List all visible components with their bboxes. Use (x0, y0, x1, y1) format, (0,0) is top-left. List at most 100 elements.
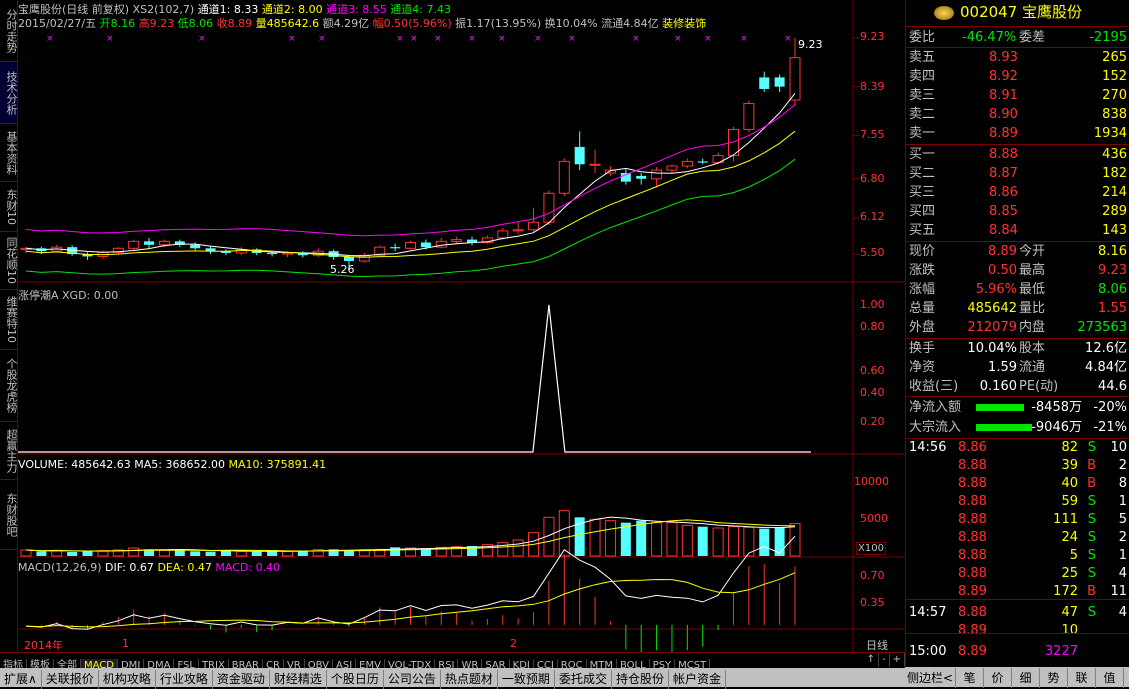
right-tab[interactable]: 势 (1040, 668, 1068, 688)
cell: 涨跌 (909, 263, 936, 278)
candle-body (405, 242, 416, 249)
cell: 8.88 (958, 458, 987, 473)
nav-chaoying[interactable]: 超赢主力 (0, 422, 18, 480)
volume-bar (51, 549, 63, 557)
tick-row: 8.88 24 S 2 (906, 528, 1129, 547)
cell: 8.88 (958, 512, 987, 527)
candle-body (759, 77, 770, 89)
cell: 涨幅 (909, 282, 936, 297)
cell: 8.06 (1098, 282, 1127, 297)
signal-mark: × (468, 34, 476, 44)
toolbar-item[interactable]: 一致预期 (498, 670, 555, 689)
cell: 5 (1069, 548, 1078, 563)
toolbar-item[interactable]: 关联报价 (42, 670, 99, 689)
nav-guba[interactable]: 东财股吧 (0, 480, 18, 550)
volume-bar (666, 522, 678, 557)
toolbar-item[interactable]: 机构攻略 (99, 670, 156, 689)
cell: 0.160 (979, 379, 1017, 394)
candle-body (451, 239, 463, 242)
right-tab[interactable]: 笔 (956, 668, 984, 688)
signal-mark: × (396, 34, 404, 44)
cell: 47 (1061, 605, 1078, 620)
cell: 14:56 (909, 440, 947, 455)
candle-body (681, 160, 693, 167)
nav-weisaite[interactable]: 维赛特10 (0, 290, 18, 350)
toolbar-item[interactable]: 帐户资金 (669, 670, 726, 689)
tick-row: 8.88 59 S 1 (906, 492, 1129, 511)
cell: 5 (1118, 512, 1127, 527)
nav-jiben[interactable]: 基本资料 (0, 124, 18, 182)
chart-area[interactable]: × × × × × × × × × × × × × × × × × 宝鹰股份(日线 前复权) XS2(102,7… (18, 0, 905, 652)
right-tab[interactable]: 值 (1096, 668, 1124, 688)
price-tick-2: 7.55 (860, 128, 885, 141)
buy-price: 8.86 (989, 185, 1018, 200)
buy-vol: 182 (1102, 166, 1127, 181)
right-tab[interactable]: 联 (1068, 668, 1096, 688)
cell: 8.89 (958, 644, 987, 659)
bar-float: 流通4.84亿 (601, 17, 659, 30)
right-tab[interactable]: 侧边栏< (905, 668, 956, 688)
volume-bar (697, 526, 708, 556)
cell: 4.84亿 (1085, 360, 1127, 375)
kline-chart[interactable]: × × × × × × × × × × × × × × × × × (18, 0, 905, 652)
candle-body (144, 241, 155, 245)
toolbar-item[interactable]: 个股日历 (327, 670, 384, 689)
low-mark: 5.26 (330, 263, 355, 276)
signal-mark: × (632, 34, 640, 44)
vol-ma10-line (25, 519, 796, 552)
sell-price: 8.93 (989, 50, 1018, 65)
divider (906, 633, 1129, 634)
nav-dongcai[interactable]: 东财10 (0, 182, 18, 232)
cell: 39 (1061, 458, 1078, 473)
nav-tonghuashun[interactable]: 同花顺10 (0, 232, 18, 290)
volume-bar (205, 551, 216, 556)
cell: 买五 (909, 223, 936, 238)
right-tab[interactable]: 细 (1012, 668, 1040, 688)
zoom-control-icon[interactable]: + (890, 653, 905, 667)
toolbar-item[interactable]: 委托成交 (555, 670, 612, 689)
right-tab[interactable]: 价 (984, 668, 1012, 688)
price-tick-5: 5.50 (860, 246, 885, 259)
toolbar-item[interactable]: 公司公告 (384, 670, 441, 689)
candle-body (528, 221, 540, 231)
cell: 2 (1118, 530, 1127, 545)
price-tick-3: 6.80 (860, 172, 885, 185)
zoom-control-icon[interactable]: ↑ (864, 653, 879, 667)
zoom-control-icon[interactable]: - (879, 653, 890, 667)
signal-mark: × (784, 34, 792, 44)
buy-row: 买二 8.87 182 (906, 164, 1129, 183)
sell-vol: 1934 (1093, 126, 1127, 141)
cell: 25 (1061, 566, 1078, 581)
price-tick-4: 6.12 (860, 210, 885, 223)
volume-bar (82, 551, 93, 556)
nav-jishu[interactable]: 技术分析 (0, 62, 18, 124)
volume-bar (636, 520, 647, 556)
toolbar-item[interactable]: 行业攻略 (156, 670, 213, 689)
volume-bar (604, 520, 616, 557)
vol-tick-1: 5000 (860, 512, 888, 525)
toolbar-item[interactable]: 财经精选 (270, 670, 327, 689)
cell: 换手 (909, 341, 936, 356)
buy-price: 8.85 (989, 204, 1018, 219)
cell: 40 (1061, 476, 1078, 491)
volume-bar (681, 524, 693, 557)
cell: 最低 (1019, 282, 1046, 297)
nav-fenshi[interactable]: 分时走势 (0, 0, 18, 62)
cell: 股本 (1019, 341, 1046, 356)
stat-row: 涨跌 0.50 最高 9.23 (906, 261, 1129, 280)
stat2-row: 收益(三) 0.160 PE(动) 44.6 (906, 377, 1129, 396)
cell: 2 (1118, 458, 1127, 473)
cell: 273563 (1077, 320, 1127, 335)
volume-bar (651, 522, 663, 557)
volume-bar (128, 547, 140, 557)
cell: 1 (1118, 494, 1127, 509)
toolbar-item[interactable]: 资金驱动 (213, 670, 270, 689)
toolbar-item[interactable]: 扩展∧ (0, 670, 42, 689)
cell: B (1087, 476, 1096, 491)
price-tick-1: 8.39 (860, 80, 885, 93)
toolbar-item[interactable]: 持仓股份 (612, 670, 669, 689)
period-label[interactable]: 日线 (866, 637, 888, 653)
toolbar-item[interactable]: 热点题材 (441, 670, 498, 689)
cell: S (1087, 548, 1096, 563)
nav-longhu[interactable]: 个股龙虎榜 (0, 350, 18, 422)
